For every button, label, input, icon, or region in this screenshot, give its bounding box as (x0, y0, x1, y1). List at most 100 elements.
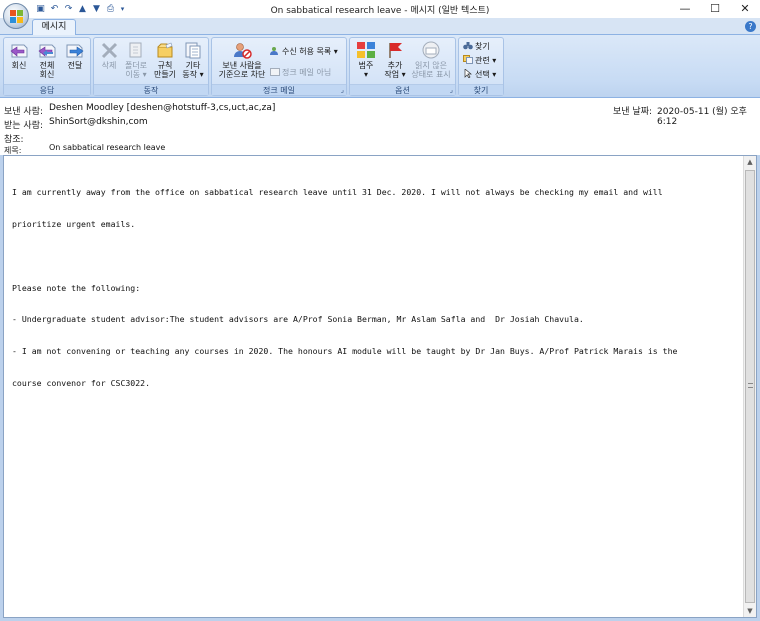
scroll-down-arrow-icon[interactable]: ▼ (744, 605, 756, 617)
delete-button[interactable]: 삭제 (96, 41, 122, 70)
options-dialog-launcher-icon[interactable]: ⌟ (450, 86, 453, 94)
reply-label: 회신 (11, 61, 27, 70)
group-options-label: 옵션 (350, 84, 455, 95)
forward-icon (65, 41, 85, 59)
select-label: 선택 ▾ (475, 70, 497, 79)
group-respond-label: 응답 (4, 84, 90, 95)
move-to-folder-button[interactable]: 폴더로 이동 ▾ (122, 41, 150, 79)
select-button[interactable]: 선택 ▾ (463, 68, 497, 80)
follow-up-flag-icon (385, 41, 405, 59)
help-icon[interactable]: ? (745, 21, 756, 32)
minimize-button[interactable]: — (670, 0, 700, 18)
related-icon (463, 55, 473, 64)
office-logo-icon (10, 10, 23, 23)
categorize-icon (356, 41, 376, 59)
to-label: 받는 사람: (4, 121, 44, 131)
block-label-1: 보낸 사람을 (222, 61, 262, 70)
reply-all-button[interactable]: 전체 회신 (33, 41, 61, 79)
forward-button[interactable]: 전달 (62, 41, 88, 70)
not-junk-label: 정크 메일 아님 (282, 68, 332, 77)
message-line: I am currently away from the office on s… (12, 187, 663, 198)
window-title: On sabbatical research leave - 메시지 (일반 텍… (270, 6, 490, 16)
sent-value: 2020-05-11 (월) 오후 6:12 (657, 107, 747, 127)
follow-up-label-1: 추가 (387, 61, 403, 70)
message-line: - I am not convening or teaching any cou… (12, 346, 678, 357)
select-cursor-icon (463, 68, 473, 79)
reply-all-label-2: 회신 (39, 70, 55, 79)
message-line (12, 251, 742, 262)
move-label-1: 폴더로 (124, 61, 148, 70)
delete-label: 삭제 (101, 61, 117, 70)
message-body[interactable]: I am currently away from the office on s… (3, 155, 757, 618)
scroll-thumb[interactable] (745, 170, 755, 603)
move-label-2: 이동 ▾ (125, 70, 147, 79)
reply-all-icon (37, 41, 57, 59)
block-sender-icon (232, 41, 252, 59)
other-label-2: 동작 ▾ (182, 70, 204, 79)
maximize-button[interactable]: ☐ (700, 0, 730, 18)
rule-label-2: 만들기 (153, 70, 177, 79)
junk-dialog-launcher-icon[interactable]: ⌟ (341, 86, 344, 94)
find-label: 찾기 (475, 42, 490, 51)
find-button[interactable]: 찾기 (463, 41, 490, 52)
subject-value: On sabbatical research leave (49, 143, 166, 152)
mark-unread-icon (421, 41, 441, 59)
other-actions-button[interactable]: 기타 동작 ▾ (179, 41, 207, 79)
message-line: - Undergraduate student advisor:The stud… (12, 314, 584, 325)
from-value[interactable]: Deshen Moodley [deshen@hotstuff-3,cs,uct… (49, 103, 275, 113)
ribbon-tabs: 메시지 ? (0, 18, 760, 35)
categorize-arrow: ▾ (363, 70, 368, 79)
safe-list-button[interactable]: 수신 허용 목록 ▾ (270, 46, 338, 57)
sent-label: 보낸 날짜: (613, 107, 653, 117)
block-label-2: 기준으로 차단 (218, 70, 266, 79)
close-button[interactable]: ✕ (730, 0, 760, 18)
other-label-1: 기타 (185, 61, 201, 70)
forward-label: 전달 (67, 61, 83, 70)
safe-list-label: 수신 허용 목록 ▾ (282, 47, 338, 56)
vertical-scrollbar[interactable]: ▲ ▼ (743, 156, 756, 617)
follow-up-label-2: 작업 ▾ (384, 70, 406, 79)
group-junk-label: 정크 메일 (212, 84, 346, 95)
reply-icon (9, 41, 29, 59)
scroll-grip-icon (748, 383, 753, 388)
categorize-button[interactable]: 범주 ▾ (352, 41, 380, 79)
other-actions-icon (183, 41, 203, 59)
mark-unread-label-2: 상태로 표시 (411, 70, 451, 79)
mark-unread-button[interactable]: 읽지 않은 상태로 표시 (408, 41, 454, 79)
message-line: prioritize urgent emails. (12, 218, 136, 229)
reply-all-label-1: 전체 (39, 61, 55, 70)
related-label: 관련 ▾ (475, 56, 497, 65)
cc-label: 참조: (4, 135, 24, 145)
message-text: I am currently away from the office on s… (12, 166, 742, 410)
message-headers: 보낸 사람: Deshen Moodley [deshen@hotstuff-3… (0, 98, 760, 155)
delete-icon (99, 41, 119, 59)
group-find: 찾기 관련 ▾ 선택 ▾ 찾기 (458, 37, 504, 96)
office-button[interactable] (3, 3, 29, 29)
tab-message[interactable]: 메시지 (32, 19, 76, 35)
safe-list-icon (270, 46, 280, 55)
reply-button[interactable]: 회신 (6, 41, 32, 70)
block-sender-button[interactable]: 보낸 사람을 기준으로 차단 (214, 41, 270, 79)
create-rule-button[interactable]: 규칙 만들기 (151, 41, 179, 79)
scroll-up-arrow-icon[interactable]: ▲ (744, 156, 756, 168)
follow-up-button[interactable]: 추가 작업 ▾ (381, 41, 409, 79)
rule-label-1: 규칙 (157, 61, 173, 70)
group-options: 범주 ▾ 추가 작업 ▾ 읽지 않은 상태로 표시 옵션 ⌟ (349, 37, 456, 96)
related-button[interactable]: 관련 ▾ (463, 55, 496, 66)
create-rule-icon (155, 41, 175, 59)
group-actions: 삭제 폴더로 이동 ▾ 규칙 만들기 기타 동작 ▾ 동작 (93, 37, 209, 96)
mark-unread-label-1: 읽지 않은 (415, 61, 447, 70)
message-line: course convenor for CSC3022. (12, 377, 151, 388)
not-junk-button[interactable]: 정크 메일 아님 (270, 67, 331, 78)
not-junk-icon (270, 67, 280, 76)
binoculars-icon (463, 41, 473, 50)
to-value[interactable]: ShinSort@dkshin,com (49, 117, 148, 127)
categorize-label: 범주 (358, 61, 374, 70)
title-bar: ▣ ↶ ↷ ▲ ▼ ⎙ ▾ On sabbatical research lea… (0, 0, 760, 18)
group-actions-label: 동작 (94, 84, 208, 95)
group-respond: 회신 전체 회신 전달 응답 (3, 37, 91, 96)
group-junk-mail: 보낸 사람을 기준으로 차단 수신 허용 목록 ▾ 정크 메일 아님 정크 메일… (211, 37, 347, 96)
group-find-label: 찾기 (459, 84, 503, 95)
message-line: Please note the following: (12, 282, 141, 293)
move-folder-icon (126, 41, 146, 59)
